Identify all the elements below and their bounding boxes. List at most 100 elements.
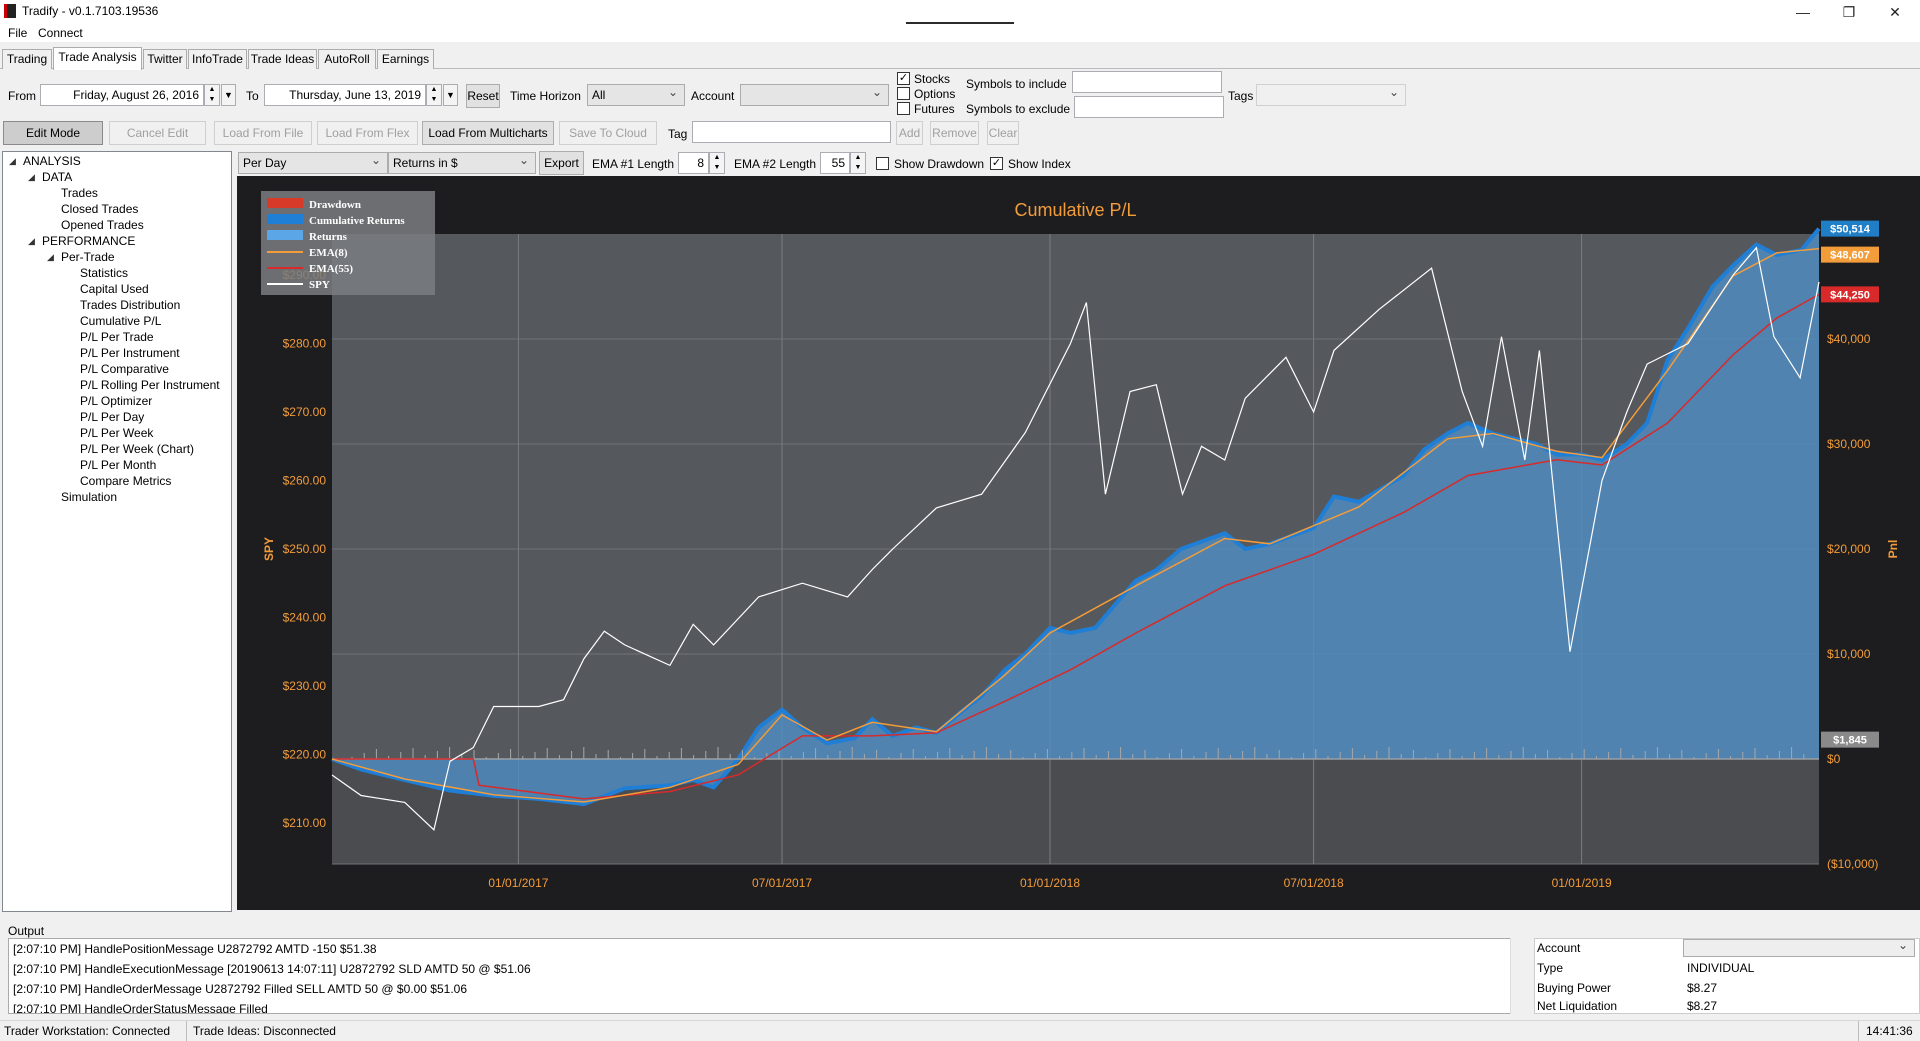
cumulative-pl-chart: 01/01/2017 07/01/2017 01/01/2018 07/01/2018…	[261, 191, 1900, 890]
tab-earnings[interactable]: Earnings	[377, 49, 434, 69]
show-index-checkbox[interactable]: ✓	[990, 157, 1003, 170]
symbols-exclude-input[interactable]	[1074, 96, 1224, 118]
tree-expand-icon[interactable]: ◢	[28, 172, 35, 183]
from-date-spinner[interactable]: ▲ ▼	[204, 84, 220, 106]
load-from-flex-button[interactable]: Load From Flex	[317, 121, 418, 145]
y-left-axis-title: SPY	[262, 537, 276, 561]
options-checkbox[interactable]	[897, 87, 910, 100]
legend-swatch	[267, 230, 303, 240]
symbols-include-label: Symbols to include	[966, 77, 1067, 91]
legend-label: Returns	[309, 231, 348, 243]
tab-autoroll[interactable]: AutoRoll	[318, 49, 376, 69]
tree-item[interactable]: P/L Per Week	[80, 426, 153, 440]
tree-item[interactable]: Compare Metrics	[80, 474, 171, 488]
remove-tag-button[interactable]: Remove	[930, 121, 979, 145]
tree-item[interactable]: Trades Distribution	[80, 298, 180, 312]
tab-trade-analysis[interactable]: Trade Analysis	[53, 47, 142, 70]
tree-item[interactable]: Opened Trades	[61, 218, 144, 232]
to-date-dropdown[interactable]: ▼	[443, 84, 458, 106]
legend-label: Drawdown	[309, 199, 361, 211]
ema1-spinner[interactable]: ▲ ▼	[709, 152, 725, 174]
load-from-file-button[interactable]: Load From File	[214, 121, 312, 145]
stocks-checkbox[interactable]: ✓	[897, 72, 910, 85]
acct-buying-power-label: Buying Power	[1537, 981, 1612, 995]
save-to-cloud-button[interactable]: Save To Cloud	[559, 121, 657, 145]
tag-input[interactable]	[692, 121, 891, 143]
y-right-axis-title: Pnl	[1886, 540, 1900, 559]
y-right-tick-label: $30,000	[1827, 437, 1871, 451]
acct-buying-power-value: $8.27	[1687, 981, 1718, 995]
tab-infotrade[interactable]: InfoTrade	[188, 49, 247, 69]
tree-item[interactable]: Trades	[61, 186, 98, 200]
tree-item[interactable]: Closed Trades	[61, 202, 138, 216]
tree-item[interactable]: P/L Per Week (Chart)	[80, 442, 194, 456]
tab-twitter[interactable]: Twitter	[143, 49, 187, 69]
load-from-multicharts-button[interactable]: Load From Multicharts	[422, 121, 554, 145]
tree-item[interactable]: ANALYSIS	[23, 154, 81, 168]
acct-net-liq-value: $8.27	[1687, 999, 1718, 1013]
output-scrollbar[interactable]	[1510, 938, 1528, 1014]
x-tick-label: 01/01/2019	[1552, 876, 1612, 890]
edit-mode-button[interactable]: Edit Mode	[3, 121, 103, 145]
legend-label: Cumulative Returns	[309, 215, 405, 227]
tree-item[interactable]: P/L Rolling Per Instrument	[80, 378, 220, 392]
ema1-input[interactable]: 8	[678, 152, 709, 174]
acct-net-liq-label: Net Liquidation	[1537, 999, 1618, 1013]
period-select[interactable]: Per Day	[238, 150, 388, 174]
chart-title: Cumulative P/L	[1014, 200, 1136, 220]
acct-type-label: Type	[1537, 961, 1564, 975]
status-divider	[1858, 1021, 1859, 1041]
tree-item[interactable]: P/L Per Month	[80, 458, 156, 472]
symbols-include-input[interactable]	[1072, 71, 1222, 93]
show-drawdown-checkbox[interactable]	[876, 157, 889, 170]
tree-item[interactable]: PERFORMANCE	[42, 234, 135, 248]
tree-item[interactable]: P/L Per Trade	[80, 330, 154, 344]
time-horizon-select[interactable]: All	[587, 82, 685, 106]
tree-expand-icon[interactable]: ◢	[9, 156, 16, 167]
tree-item[interactable]: Capital Used	[80, 282, 149, 296]
acct-type-value: INDIVIDUAL	[1687, 961, 1755, 975]
minimize-button[interactable]: —	[1780, 2, 1826, 22]
futures-checkbox[interactable]	[897, 102, 910, 115]
maximize-button[interactable]: ❐	[1826, 2, 1872, 22]
log-line: [2:07:10 PM] HandleOrderMessage U2872792…	[13, 982, 468, 996]
ema1-label: EMA #1 Length	[592, 157, 675, 171]
to-date-spinner[interactable]: ▲ ▼	[426, 84, 442, 106]
cancel-edit-button[interactable]: Cancel Edit	[109, 121, 206, 145]
tags-select[interactable]	[1256, 82, 1406, 106]
tab-trade-ideas[interactable]: Trade Ideas	[248, 49, 317, 69]
tree-item[interactable]: Cumulative P/L	[80, 314, 161, 328]
returns-mode-select[interactable]: Returns in $	[388, 150, 536, 174]
y-left-tick-label: $210.00	[283, 816, 327, 830]
tree-item[interactable]: Statistics	[80, 266, 128, 280]
tab-trading[interactable]: Trading	[2, 49, 52, 69]
y-left-tick-label: $230.00	[283, 679, 327, 693]
tree-expand-icon[interactable]: ◢	[47, 252, 54, 263]
tree-item[interactable]: Per-Trade	[61, 250, 115, 264]
acct-account-select[interactable]	[1683, 937, 1915, 957]
output-log: [2:07:10 PM] HandlePositionMessage U2872…	[8, 938, 1528, 1014]
tree-item[interactable]: P/L Per Day	[80, 410, 144, 424]
add-tag-button[interactable]: Add	[896, 121, 923, 145]
clock: 14:41:36	[1866, 1024, 1913, 1038]
tree-item[interactable]: P/L Optimizer	[80, 394, 152, 408]
account-select[interactable]	[740, 82, 889, 106]
ema2-spinner[interactable]: ▲ ▼	[850, 152, 866, 174]
tree-item[interactable]: DATA	[42, 170, 72, 184]
y-left-tick-label: $260.00	[283, 474, 327, 488]
reset-button[interactable]: Reset	[466, 84, 500, 108]
clear-tags-button[interactable]: Clear	[987, 121, 1019, 145]
menu-connect[interactable]: Connect	[38, 26, 83, 40]
from-date-input[interactable]: Friday, August 26, 2016	[40, 84, 204, 106]
to-date-input[interactable]: Thursday, June 13, 2019	[264, 84, 426, 106]
ema2-input[interactable]: 55	[820, 152, 850, 174]
export-button[interactable]: Export	[539, 151, 584, 175]
tree-item[interactable]: P/L Per Instrument	[80, 346, 180, 360]
menu-file[interactable]: File	[8, 26, 27, 40]
tree-item[interactable]: P/L Comparative	[80, 362, 169, 376]
from-date-dropdown[interactable]: ▼	[221, 84, 236, 106]
tags-label: Tags	[1228, 89, 1254, 103]
tree-item[interactable]: Simulation	[61, 490, 117, 504]
close-button[interactable]: ✕	[1872, 2, 1918, 22]
tree-expand-icon[interactable]: ◢	[28, 236, 35, 247]
